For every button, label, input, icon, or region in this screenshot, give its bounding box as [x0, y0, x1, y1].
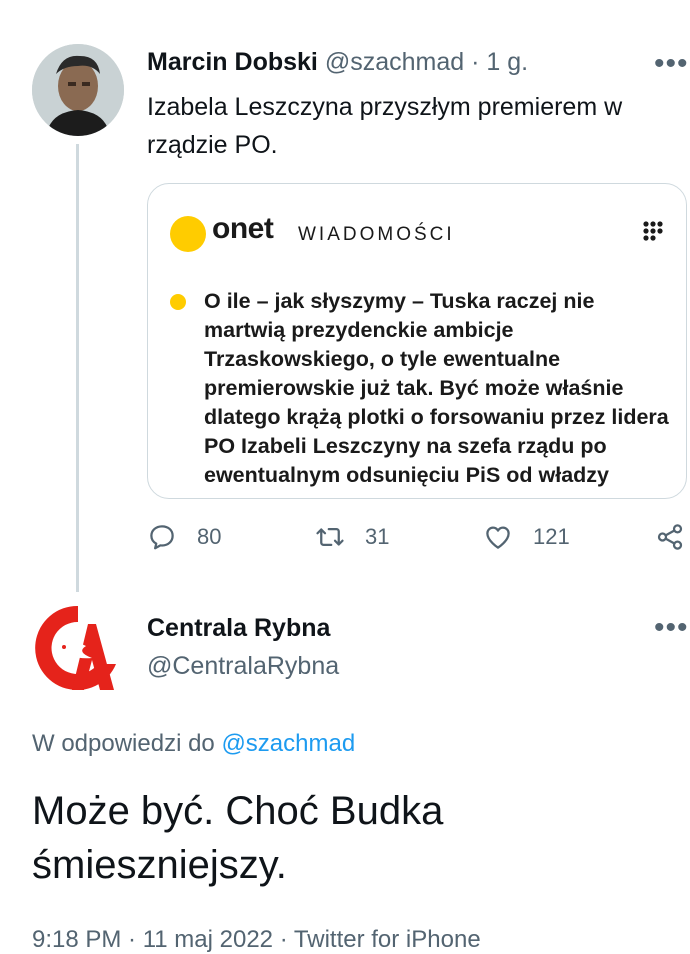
parent-timestamp[interactable]: · 1 g.	[471, 48, 528, 76]
reply-handle[interactable]: @CentralaRybna	[147, 652, 339, 681]
centrala-rybna-logo-icon	[32, 602, 124, 694]
like-count: 121	[533, 524, 570, 549]
thread-connector-line	[76, 144, 79, 592]
retweet-action[interactable]: 31	[315, 522, 389, 552]
parent-tweet-text: Izabela Leszczyna przyszłym premierem w …	[147, 93, 623, 159]
replying-to-line: W odpowiedzi do @szachmad	[32, 730, 355, 758]
quote-bullet-icon	[170, 294, 186, 310]
reply-tweet-meta: 9:18 PM · 11 maj 2022 · Twitter for iPho…	[32, 926, 481, 953]
link-card[interactable]: onet WIADOMOŚCI O ile – jak słyszymy – T…	[147, 183, 687, 499]
share-action[interactable]	[655, 522, 690, 552]
reply-more-icon[interactable]: •••	[654, 613, 689, 643]
onet-logo-dot	[170, 216, 206, 252]
card-quote-text: O ile – jak słyszymy – Tuska raczej nie …	[204, 289, 669, 487]
avatar-photo	[32, 44, 124, 136]
reply-count: 80	[197, 524, 222, 549]
reply-display-name[interactable]: Centrala Rybna	[147, 614, 330, 643]
parent-tweet-header: Marcin Dobski @szachmad · 1 g.	[147, 48, 528, 77]
avatar-marcin-dobski[interactable]	[32, 44, 124, 136]
parent-action-bar: 80 31 121	[147, 522, 687, 562]
parent-more-icon[interactable]: •••	[654, 49, 689, 79]
parent-handle[interactable]: @szachmad	[325, 48, 464, 76]
parent-display-name[interactable]: Marcin Dobski	[147, 48, 318, 76]
heart-icon	[486, 526, 510, 549]
reply-tweet-text: Może być. Choć Budka śmieszniejszy.	[32, 789, 444, 887]
reply-action[interactable]: 80	[147, 522, 221, 552]
replying-prefix: W odpowiedzi do	[32, 730, 215, 757]
replying-to-mention-link[interactable]: @szachmad	[221, 730, 355, 757]
onet-logo-text: onet	[212, 212, 274, 245]
share-icon	[657, 524, 683, 550]
avatar-centrala-rybna[interactable]	[32, 602, 124, 694]
retweet-icon	[316, 528, 344, 546]
retweet-count: 31	[365, 524, 390, 549]
reply-icon	[150, 525, 174, 550]
menu-grid-icon	[643, 221, 663, 241]
like-action[interactable]: 121	[483, 522, 570, 552]
onet-section-label: WIADOMOŚCI	[298, 224, 455, 245]
